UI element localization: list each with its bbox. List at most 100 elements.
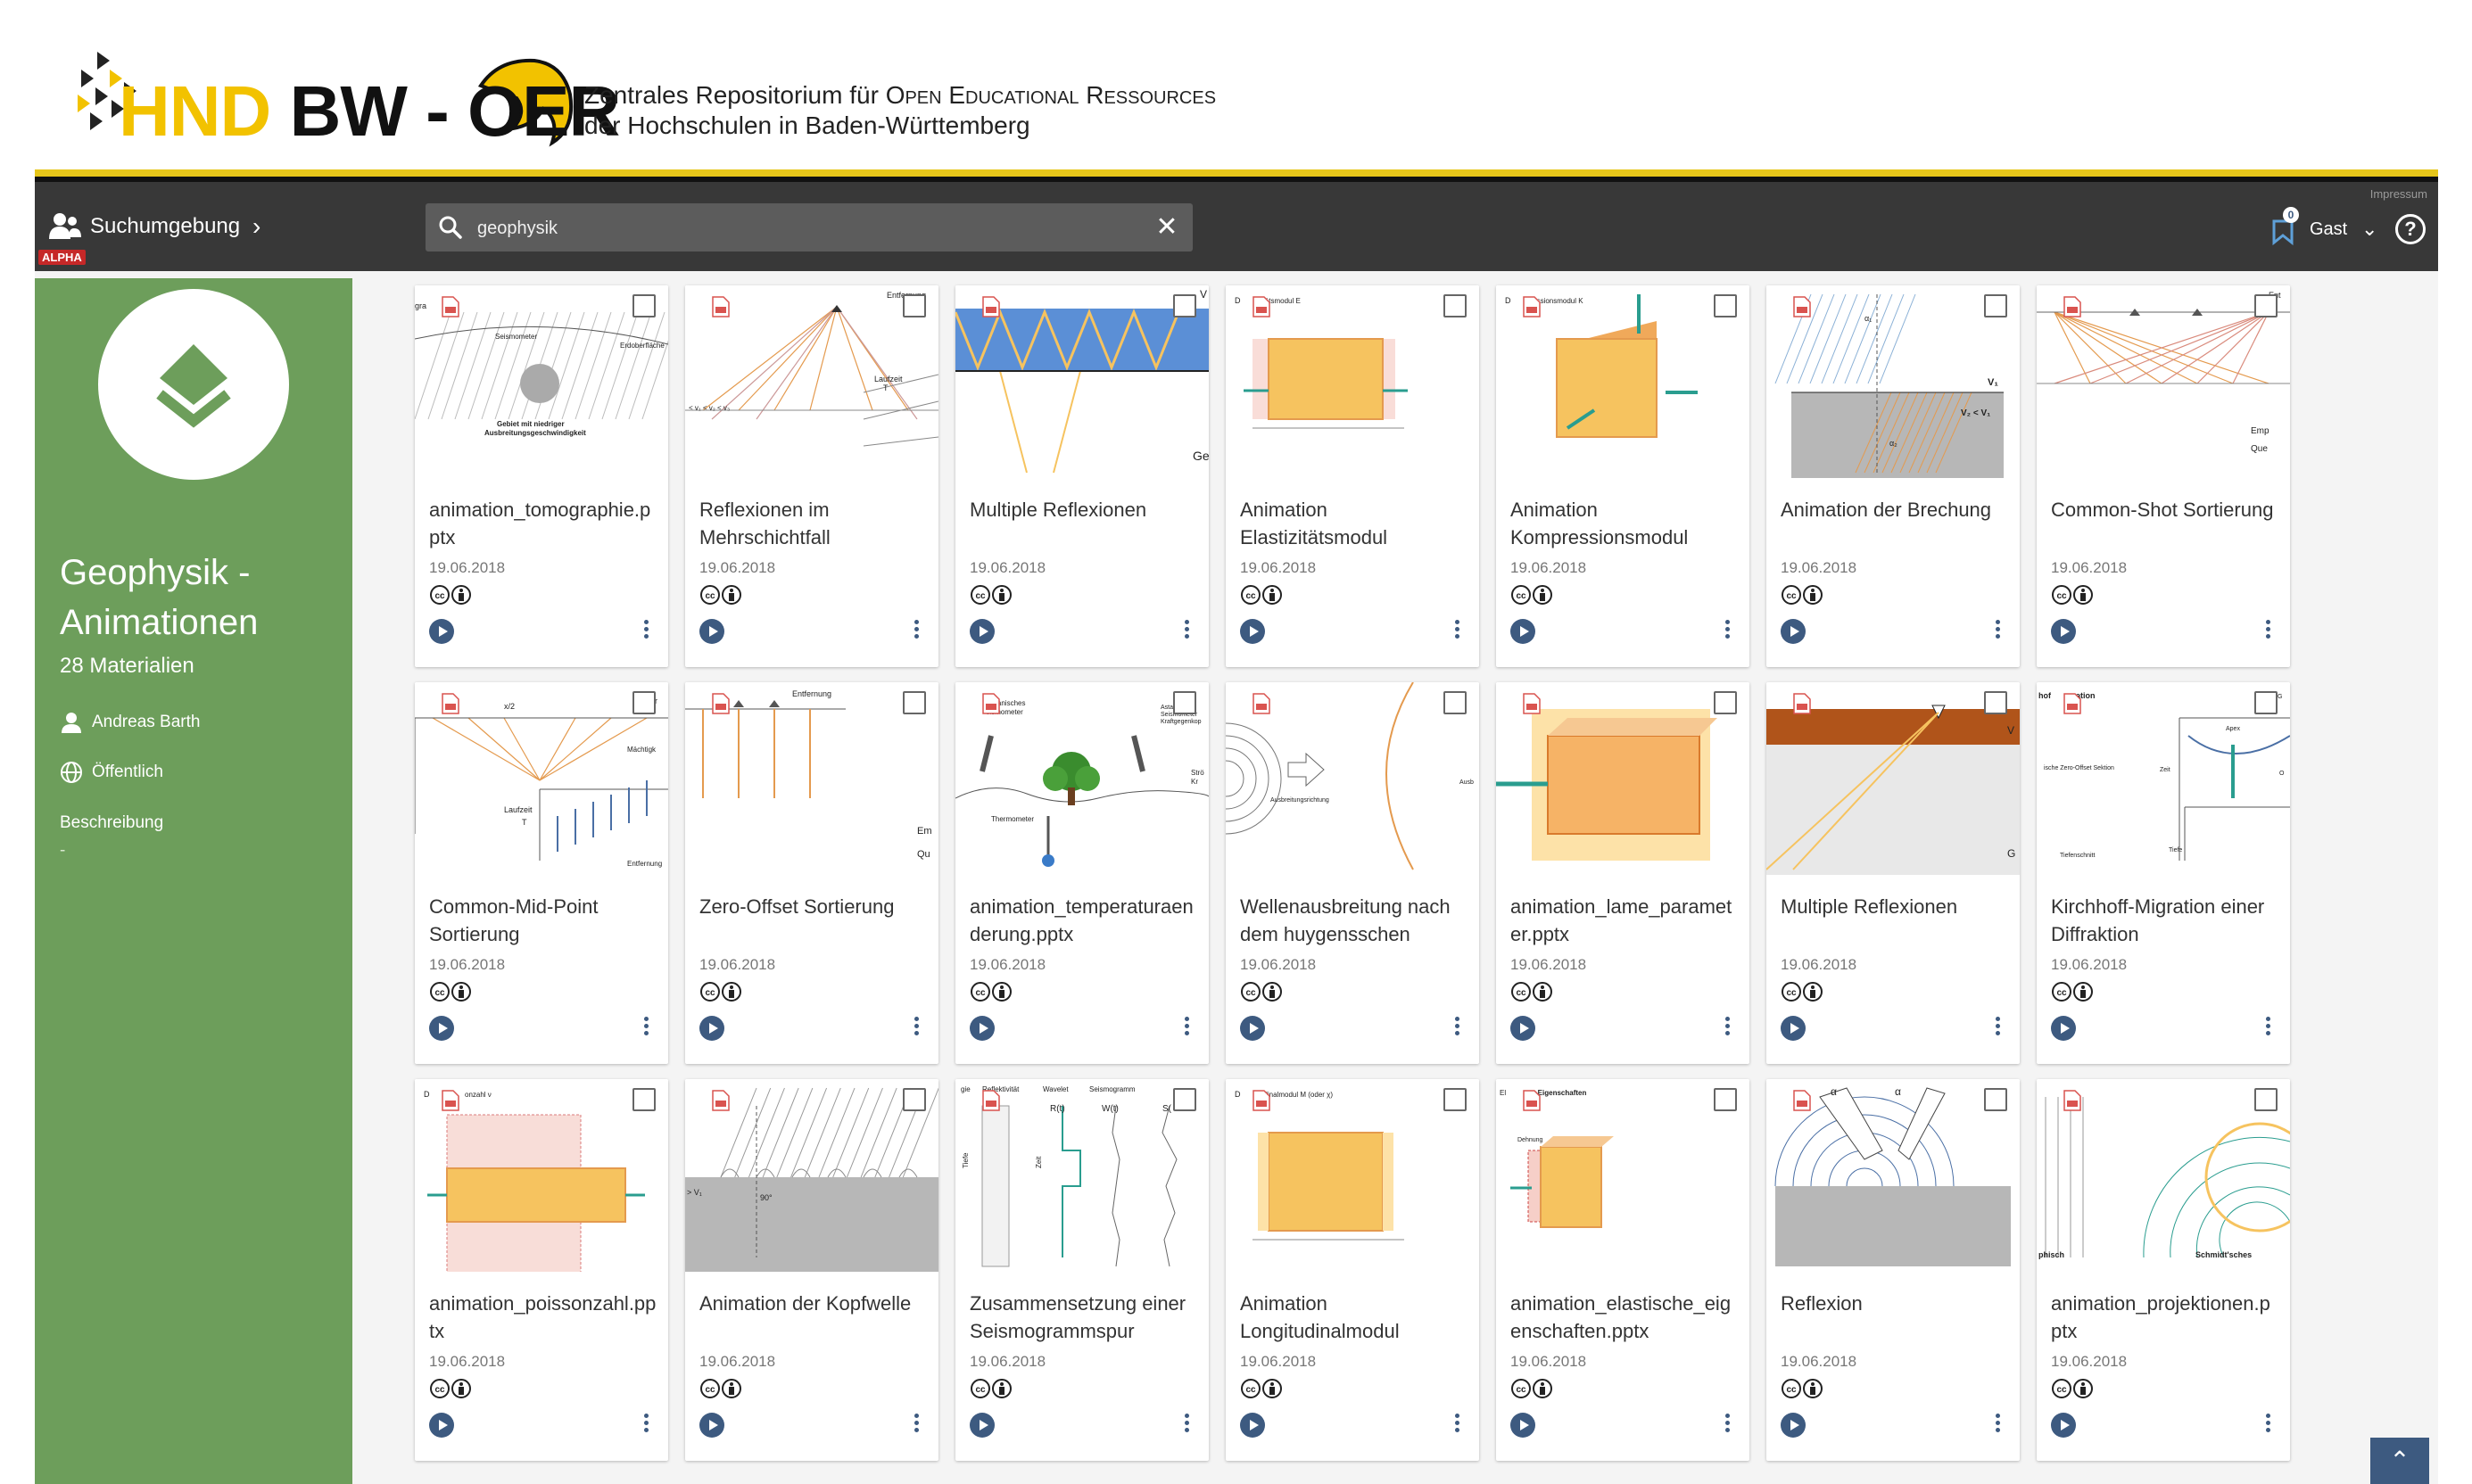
material-card[interactable]: Dizitätsmodul E Animation Elastizitätsmo… [1226,285,1479,667]
card-thumbnail[interactable]: EntEmpQue [2037,285,2290,478]
card-title[interactable]: animation_poissonzahl.pptx [429,1290,657,1345]
play-preview-icon[interactable] [699,1413,724,1438]
select-checkbox[interactable] [1173,1088,1196,1111]
play-preview-icon[interactable] [1240,1016,1265,1041]
play-preview-icon[interactable] [1781,619,1806,644]
material-card[interactable]: x/2EntferMächtigkLaufzeitTEntfernung Com… [415,682,668,1064]
material-card[interactable]: Dpressionsmodul K Animation Kompressions… [1496,285,1749,667]
more-options-icon[interactable] [1180,617,1193,644]
card-thumbnail[interactable]: Ditudinalmodul M (oder χ) [1226,1079,1479,1272]
play-preview-icon[interactable] [1240,1413,1265,1438]
more-options-icon[interactable] [910,1014,922,1041]
select-checkbox[interactable] [1984,1088,2007,1111]
select-checkbox[interactable] [2254,691,2278,714]
user-menu-button[interactable]: Gast [2310,216,2347,243]
more-options-icon[interactable] [1451,1411,1463,1438]
material-card[interactable]: echanisches eismometer Thermometer Astat Sei… [955,682,1209,1064]
card-title[interactable]: Common-Mid-Point Sortierung [429,893,657,948]
card-title[interactable]: Common-Shot Sortierung [2051,496,2279,524]
card-thumbnail[interactable]: El e Eigenschaften Dehnung [1496,1079,1749,1272]
select-checkbox[interactable] [1443,294,1467,317]
card-thumbnail[interactable]: Ausbreitungsrichtung Ausb [1226,682,1479,875]
card-title[interactable]: Animation Longitudinalmodul [1240,1290,1468,1345]
select-checkbox[interactable] [1714,1088,1737,1111]
card-title[interactable]: animation_temperaturaenderung.pptx [970,893,1198,948]
search-bar[interactable]: ✕ [426,203,1193,251]
play-preview-icon[interactable] [429,1413,454,1438]
play-preview-icon[interactable] [1510,619,1535,644]
chevron-down-icon[interactable]: ⌄ [2361,216,2377,243]
more-options-icon[interactable] [1180,1014,1193,1041]
card-thumbnail[interactable] [1496,682,1749,875]
material-card[interactable]: Donzahl ν animation_poissonzahl.pptx 19.… [415,1079,668,1461]
card-title[interactable]: Multiple Reflexionen [970,496,1198,524]
card-title[interactable]: Animation der Brechung [1781,496,2009,524]
select-checkbox[interactable] [632,1088,656,1111]
select-checkbox[interactable] [632,691,656,714]
more-options-icon[interactable] [2261,1014,2274,1041]
material-card[interactable]: gie Reflektivität Wavelet Seismogramm R(t) W(… [955,1079,1209,1461]
play-preview-icon[interactable] [2051,619,2076,644]
more-options-icon[interactable] [640,1014,652,1041]
chevron-right-icon[interactable]: › [252,210,260,243]
select-checkbox[interactable] [903,294,926,317]
help-icon[interactable]: ? [2395,214,2426,244]
more-options-icon[interactable] [1721,1411,1733,1438]
material-card[interactable]: Ditudinalmodul M (oder χ) Animation Long… [1226,1079,1479,1461]
select-checkbox[interactable] [632,294,656,317]
more-options-icon[interactable] [1451,617,1463,644]
play-preview-icon[interactable] [1240,619,1265,644]
card-title[interactable]: Animation Elastizitätsmodul [1240,496,1468,551]
more-options-icon[interactable] [1180,1411,1193,1438]
play-preview-icon[interactable] [2051,1413,2076,1438]
card-thumbnail[interactable]: V₁ V₂ < V₁ α₁ α₂ [1766,285,2020,478]
more-options-icon[interactable] [1991,617,2004,644]
material-card[interactable]: αα Reflexion 19.06.2018 cc [1766,1079,2020,1461]
card-title[interactable]: animation_tomographie.pptx [429,496,657,551]
material-card[interactable]: Entfernung Em Qu Zero-Offset Sortierung 19… [685,682,938,1064]
select-checkbox[interactable] [1443,1088,1467,1111]
play-preview-icon[interactable] [429,1016,454,1041]
card-thumbnail[interactable]: EntfernungLaufzeitT< v₁ < v₂ < v₃ [685,285,938,478]
material-card[interactable]: gra Seismometer Erdoberfläche Gebiet mit ni… [415,285,668,667]
play-preview-icon[interactable] [2051,1016,2076,1041]
card-thumbnail[interactable]: gra Seismometer Erdoberfläche Gebiet mit ni… [415,285,668,478]
collection-author[interactable]: Andreas Barth [60,710,200,735]
card-thumbnail[interactable]: hof ation ische Zero-Offset Sektion Tiefens… [2037,682,2290,875]
play-preview-icon[interactable] [429,619,454,644]
select-checkbox[interactable] [903,691,926,714]
material-card[interactable]: Ge V Multiple Reflexionen 19.06.2018 cc [955,285,1209,667]
card-title[interactable]: animation_lame_parameter.pptx [1510,893,1739,948]
card-thumbnail[interactable]: gie Reflektivität Wavelet Seismogramm R(t) W(… [955,1079,1209,1272]
more-options-icon[interactable] [640,617,652,644]
card-thumbnail[interactable]: Dizitätsmodul E [1226,285,1479,478]
more-options-icon[interactable] [640,1411,652,1438]
select-checkbox[interactable] [2254,294,2278,317]
impressum-link[interactable]: Impressum [2370,187,2427,201]
play-preview-icon[interactable] [699,619,724,644]
card-title[interactable]: Animation Kompressionsmodul [1510,496,1739,551]
card-title[interactable]: animation_elastische_eigenschaften.pptx [1510,1290,1739,1345]
material-card[interactable]: phisch Schmidt'sches animation_projektion… [2037,1079,2290,1461]
play-preview-icon[interactable] [970,1016,995,1041]
scroll-to-top-button[interactable]: ⌃ [2370,1438,2429,1484]
card-thumbnail[interactable]: > V₁ 90° [685,1079,938,1272]
card-title[interactable]: Zusammensetzung einer Seismogrammspur [970,1290,1198,1345]
users-icon[interactable] [47,210,83,243]
more-options-icon[interactable] [1721,1014,1733,1041]
select-checkbox[interactable] [1714,294,1737,317]
close-icon[interactable]: ✕ [1152,212,1182,243]
play-preview-icon[interactable] [1781,1016,1806,1041]
more-options-icon[interactable] [1451,1014,1463,1041]
more-options-icon[interactable] [1721,617,1733,644]
select-checkbox[interactable] [1714,691,1737,714]
material-card[interactable]: animation_lame_parameter.pptx 19.06.2018… [1496,682,1749,1064]
material-card[interactable]: hof ation ische Zero-Offset Sektion Tiefens… [2037,682,2290,1064]
logo-wordmark[interactable]: HND BW - OER [119,71,620,152]
search-environment-button[interactable]: Suchumgebung [90,210,240,243]
card-title[interactable]: Wellenausbreitung nach dem huygensschen [1240,893,1468,948]
card-title[interactable]: Zero-Offset Sortierung [699,893,928,920]
play-preview-icon[interactable] [970,619,995,644]
select-checkbox[interactable] [1173,294,1196,317]
material-card[interactable]: VG Multiple Reflexionen 19.06.2018 cc [1766,682,2020,1064]
